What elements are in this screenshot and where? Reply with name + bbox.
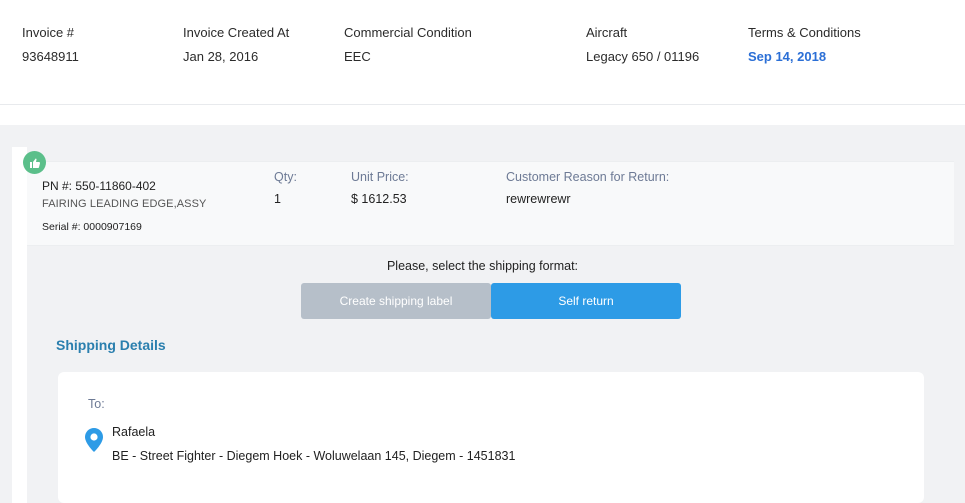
qty-label: Qty:	[274, 170, 297, 184]
invoice-header: Invoice # 93648911 Invoice Created At Ja…	[0, 0, 965, 105]
return-reason-label: Customer Reason for Return:	[506, 170, 670, 184]
invoice-number-field: Invoice # 93648911	[22, 25, 79, 64]
thumbs-up-icon	[23, 151, 46, 174]
recipient-name: Rafaela	[112, 425, 156, 439]
invoice-created-label: Invoice Created At	[183, 25, 290, 40]
unit-price-value: $ 1612.53	[351, 192, 407, 206]
shipping-details-title: Shipping Details	[56, 337, 166, 353]
part-number: PN #: 550-11860-402	[42, 179, 156, 193]
qty-value: 1	[274, 192, 281, 206]
terms-date-link[interactable]: Sep 14, 2018	[748, 49, 861, 64]
serial-number: Serial #: 0000907169	[42, 221, 142, 233]
self-return-button[interactable]: Self return	[491, 283, 681, 319]
return-reason-value: rewrewrewr	[506, 192, 571, 206]
recipient-address: BE - Street Fighter - Diegem Hoek - Wolu…	[112, 449, 516, 463]
terms-label: Terms & Conditions	[748, 25, 861, 40]
commercial-condition-label: Commercial Condition	[344, 25, 472, 40]
map-pin-icon	[85, 428, 103, 457]
invoice-created-field: Invoice Created At Jan 28, 2016	[183, 25, 289, 64]
aircraft-label: Aircraft	[586, 25, 628, 40]
aircraft-value: Legacy 650 / 01196	[586, 49, 700, 64]
invoice-created-value: Jan 28, 2016	[183, 49, 259, 64]
aircraft-field: Aircraft Legacy 650 / 01196	[586, 25, 699, 64]
commercial-condition-value: EEC	[344, 49, 371, 64]
unit-price-label: Unit Price:	[351, 170, 409, 184]
part-description: FAIRING LEADING EDGE,ASSY	[42, 198, 207, 210]
invoice-number-value: 93648911	[22, 49, 79, 64]
shipping-format-prompt: Please, select the shipping format:	[386, 259, 579, 273]
commercial-condition-field: Commercial Condition EEC	[344, 25, 472, 64]
to-label: To:	[88, 397, 105, 411]
address-card	[58, 372, 924, 503]
card-edge	[12, 147, 27, 503]
terms-field: Terms & Conditions Sep 14, 2018	[748, 25, 861, 64]
create-shipping-label-button[interactable]: Create shipping label	[301, 283, 491, 319]
invoice-number-label: Invoice #	[22, 25, 75, 40]
